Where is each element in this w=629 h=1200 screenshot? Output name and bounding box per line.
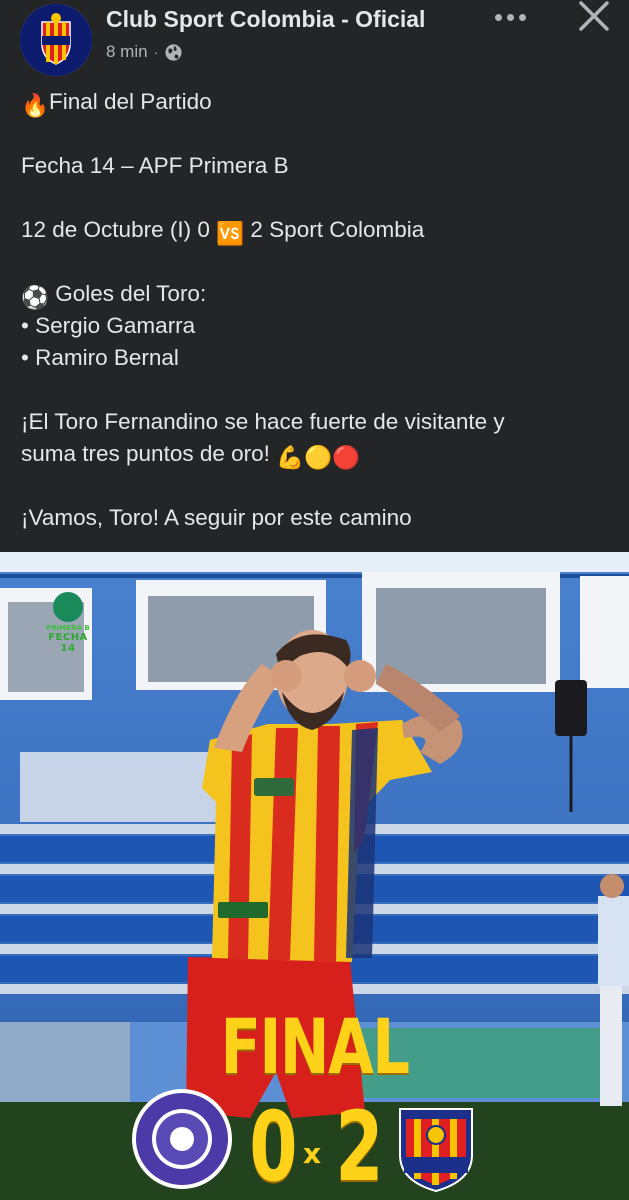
- post-body: 🔥Final del Partido Fecha 14 – APF Primer…: [21, 86, 611, 534]
- fixture-line: Fecha 14 – APF Primera B: [21, 153, 289, 178]
- more-dots-icon[interactable]: [490, 2, 530, 32]
- scorer-item: • Sergio Gamarra: [21, 313, 196, 338]
- vs-emoji-icon: 🆚: [216, 221, 245, 246]
- badge-round: FECHA 14: [48, 632, 88, 654]
- scorer-item: • Ramiro Bernal: [21, 345, 179, 370]
- message-line-2: suma tres puntos de oro! 💪🟡🔴: [21, 438, 611, 470]
- score-row: 0 x 2: [0, 1097, 629, 1197]
- badge-competition: PRIMERA B: [46, 624, 90, 632]
- fire-emoji-icon: 🔥: [21, 93, 50, 118]
- competition-badge: PRIMERA B FECHA 14: [44, 592, 92, 654]
- result-away: 2 Sport Colombia: [250, 217, 425, 242]
- post-time[interactable]: 8 min: [106, 42, 148, 62]
- away-score: 2: [335, 1091, 384, 1200]
- closing-line: ¡Vamos, Toro! A seguir por este camino: [21, 505, 412, 530]
- result-home: 12 de Octubre (I) 0: [21, 217, 210, 242]
- globe-icon: [165, 43, 182, 61]
- post-title: Final del Partido: [49, 89, 212, 114]
- message-text: suma tres puntos de oro!: [21, 441, 270, 466]
- goals-header-line: ⚽ Goles del Toro:: [21, 278, 611, 310]
- goals-header: Goles del Toro:: [55, 281, 207, 306]
- page-name[interactable]: Club Sport Colombia - Oficial: [106, 6, 425, 33]
- post-meta: 8 min ·: [106, 42, 183, 62]
- final-label: FINAL: [220, 1002, 410, 1091]
- flex-yellow-red-emoji-icon: 💪🟡🔴: [276, 445, 361, 470]
- score-separator: x: [303, 1137, 322, 1170]
- message-line-1: ¡El Toro Fernandino se hace fuerte de vi…: [21, 409, 505, 434]
- meta-separator: ·: [153, 44, 159, 60]
- page-avatar[interactable]: [20, 4, 92, 76]
- home-score: 0: [249, 1091, 298, 1200]
- result-line: 12 de Octubre (I) 0 🆚 2 Sport Colombia: [21, 214, 611, 246]
- post-title-line: 🔥Final del Partido: [21, 86, 611, 118]
- close-icon[interactable]: [575, 0, 613, 34]
- club-sport-colombia-crest-icon: [399, 1108, 473, 1193]
- post-header: Club Sport Colombia - Oficial 8 min ·: [0, 0, 629, 80]
- club-sport-colombia-crest-icon: [20, 4, 92, 76]
- primera-b-logo-icon: [53, 592, 83, 622]
- post-photo[interactable]: PRIMERA B FECHA 14 FINAL 0 x 2: [0, 552, 629, 1200]
